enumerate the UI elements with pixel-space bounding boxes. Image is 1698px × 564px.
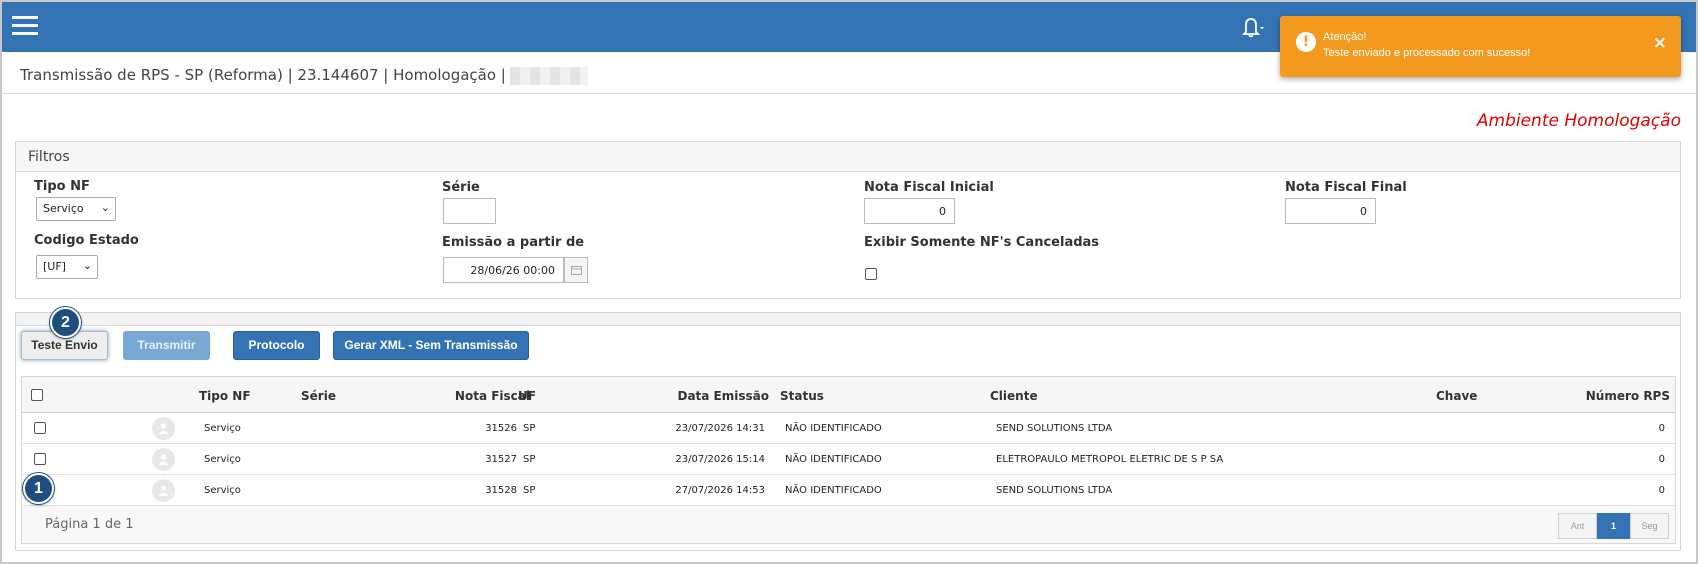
cell-tipo: Serviço bbox=[204, 485, 241, 496]
row-checkbox[interactable] bbox=[34, 453, 46, 465]
col-serie: Série bbox=[301, 389, 336, 403]
nota-inicial-input[interactable]: 0 bbox=[864, 198, 955, 224]
somente-canceladas-label: Exibir Somente NF's Canceladas bbox=[864, 235, 1100, 250]
cell-data: 23/07/2026 15:14 bbox=[675, 454, 765, 465]
cell-tipo: Serviço bbox=[204, 423, 241, 434]
cell-nota: 31528 bbox=[485, 485, 517, 496]
filters-panel: Filtros Tipo NF Serviço ⌄ Série Nota Fis… bbox=[15, 141, 1681, 299]
nota-final-label: Nota Fiscal Final bbox=[1285, 180, 1407, 195]
nota-final-input[interactable]: 0 bbox=[1285, 198, 1376, 224]
calendar-icon bbox=[571, 266, 582, 275]
cell-status: NÃO IDENTIFICADO bbox=[785, 454, 882, 465]
tipo-nf-label: Tipo NF bbox=[34, 179, 90, 194]
pager-bar: Página 1 de 1 Ant 1 Seg bbox=[22, 506, 1675, 543]
menu-icon[interactable] bbox=[12, 16, 38, 36]
cell-uf: SP bbox=[523, 423, 536, 434]
col-data-emissao: Data Emissão bbox=[677, 389, 769, 403]
toast-title: Atenção! bbox=[1323, 31, 1367, 43]
success-toast: ! Atenção! Teste enviado e processado co… bbox=[1280, 16, 1681, 77]
table-row[interactable]: Serviço 31526 SP 23/07/2026 14:31 NÃO ID… bbox=[22, 413, 1675, 444]
pager-page-1[interactable]: 1 bbox=[1597, 513, 1630, 539]
cell-data: 23/07/2026 14:31 bbox=[675, 423, 765, 434]
step-callout-2: 2 bbox=[50, 307, 81, 338]
gerar-xml-button[interactable]: Gerar XML - Sem Transmissão bbox=[333, 331, 529, 360]
toast-message: Teste enviado e processado com sucesso! bbox=[1323, 47, 1531, 59]
col-numero-rps: Número RPS bbox=[1585, 389, 1670, 403]
tipo-nf-value: Serviço bbox=[43, 202, 84, 215]
emissao-label: Emissão a partir de bbox=[442, 235, 585, 250]
cell-rps: 0 bbox=[1658, 485, 1665, 496]
serie-label: Série bbox=[442, 180, 480, 195]
user-icon bbox=[152, 417, 175, 440]
calendar-button[interactable] bbox=[564, 257, 588, 283]
notification-bell-icon[interactable] bbox=[1236, 14, 1266, 40]
cell-tipo: Serviço bbox=[204, 454, 241, 465]
user-icon bbox=[152, 448, 175, 471]
cell-cliente: SEND SOLUTIONS LTDA bbox=[996, 485, 1113, 496]
cell-uf: SP bbox=[523, 485, 536, 496]
pager-next-button[interactable]: Seg bbox=[1630, 513, 1669, 539]
transmitir-button[interactable]: Transmitir bbox=[123, 331, 210, 360]
user-icon bbox=[152, 479, 175, 502]
nf-table: Tipo NF Série Nota Fiscal UF Data Emissã… bbox=[21, 376, 1676, 544]
nota-inicial-label: Nota Fiscal Inicial bbox=[864, 180, 994, 195]
protocolo-button[interactable]: Protocolo bbox=[233, 331, 320, 360]
cell-nota: 31527 bbox=[485, 454, 517, 465]
col-chave: Chave bbox=[1436, 389, 1478, 403]
col-cliente: Cliente bbox=[990, 389, 1038, 403]
cell-data: 27/07/2026 14:53 bbox=[675, 485, 765, 496]
table-row[interactable]: Serviço 31527 SP 23/07/2026 15:14 NÃO ID… bbox=[22, 444, 1675, 475]
table-header: Tipo NF Série Nota Fiscal UF Data Emissã… bbox=[22, 377, 1675, 413]
step-callout-1: 1 bbox=[23, 473, 54, 504]
page-title-text: Transmissão de RPS - SP (Reforma) | 23.1… bbox=[20, 66, 506, 84]
close-icon[interactable]: × bbox=[1653, 33, 1667, 53]
select-all-checkbox[interactable] bbox=[31, 389, 43, 401]
grid-panel-header bbox=[16, 313, 1680, 326]
codigo-estado-select[interactable]: [UF] ⌄ bbox=[36, 255, 98, 279]
cell-rps: 0 bbox=[1658, 423, 1665, 434]
environment-label: Ambiente Homologação bbox=[1476, 111, 1681, 131]
serie-input[interactable] bbox=[443, 198, 496, 224]
chevron-down-icon: ⌄ bbox=[100, 201, 110, 214]
cell-status: NÃO IDENTIFICADO bbox=[785, 485, 882, 496]
chevron-down-icon: ⌄ bbox=[82, 259, 92, 272]
emissao-input[interactable]: 28/06/26 00:00 bbox=[443, 257, 564, 283]
tipo-nf-select[interactable]: Serviço ⌄ bbox=[36, 197, 116, 221]
filters-panel-title: Filtros bbox=[16, 142, 1680, 172]
codigo-estado-value: [UF] bbox=[43, 260, 66, 273]
codigo-estado-label: Codigo Estado bbox=[34, 233, 139, 248]
cell-rps: 0 bbox=[1658, 454, 1665, 465]
page-summary: Página 1 de 1 bbox=[45, 517, 134, 532]
redacted-company-name bbox=[509, 66, 588, 85]
pager-prev-button[interactable]: Ant bbox=[1558, 513, 1597, 539]
cell-cliente: SEND SOLUTIONS LTDA bbox=[996, 423, 1113, 434]
cell-nota: 31526 bbox=[485, 423, 517, 434]
cell-status: NÃO IDENTIFICADO bbox=[785, 423, 882, 434]
somente-canceladas-checkbox[interactable] bbox=[865, 268, 877, 280]
cell-uf: SP bbox=[523, 454, 536, 465]
cell-cliente: ELETROPAULO METROPOL ELETRIC DE S P SA bbox=[996, 454, 1224, 465]
divider bbox=[2, 93, 1696, 94]
row-checkbox[interactable] bbox=[34, 422, 46, 434]
alert-icon: ! bbox=[1296, 32, 1316, 52]
page-title: Transmissão de RPS - SP (Reforma) | 23.1… bbox=[20, 66, 588, 85]
col-uf: UF bbox=[518, 389, 536, 403]
col-status: Status bbox=[780, 389, 824, 403]
col-tipo-nf: Tipo NF bbox=[199, 389, 251, 403]
table-row[interactable]: Serviço 31528 SP 27/07/2026 14:53 NÃO ID… bbox=[22, 475, 1675, 506]
